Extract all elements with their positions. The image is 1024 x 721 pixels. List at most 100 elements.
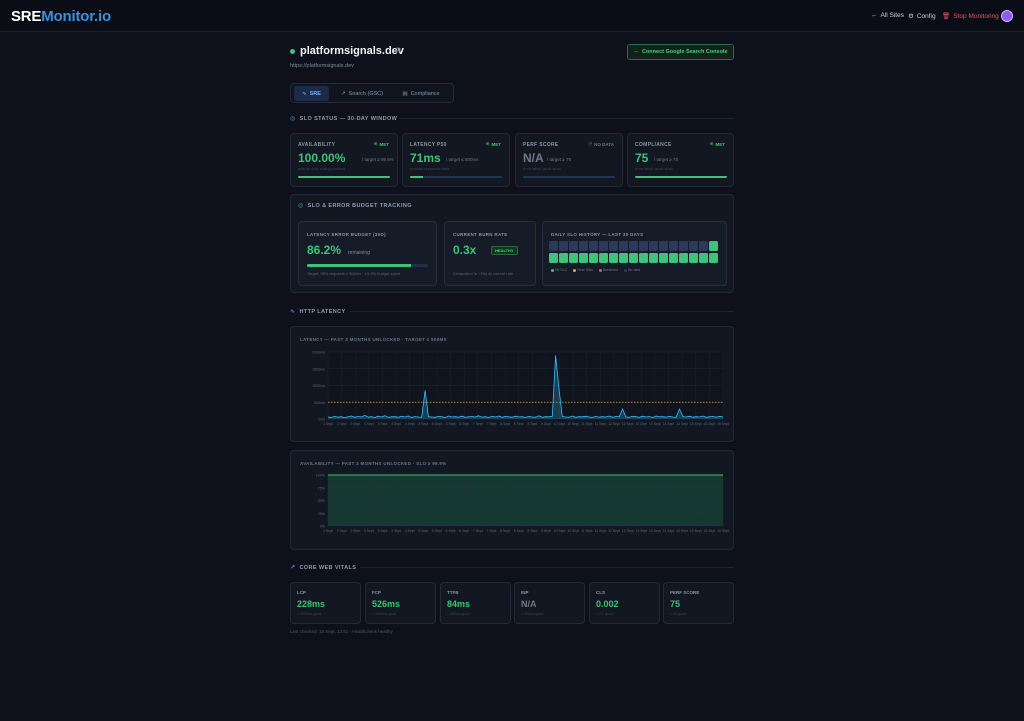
- slo-history-day[interactable]: [659, 241, 668, 251]
- cwv-label: FCP: [372, 590, 381, 595]
- slo-history-day[interactable]: [599, 241, 608, 251]
- cwv-value: 84ms: [447, 599, 471, 609]
- burn-rate-note: Exhaustion in ~90d at current rate: [453, 271, 514, 276]
- slo-history-day[interactable]: [569, 253, 578, 263]
- slo-history-day[interactable]: [709, 253, 718, 263]
- slo-history-day[interactable]: [639, 253, 648, 263]
- slo-status-title: SLO STATUS — 30-DAY WINDOW: [299, 115, 398, 122]
- core-web-vitals-title: CORE WEB VITALS: [299, 564, 357, 571]
- slo-history-day[interactable]: [659, 253, 668, 263]
- x-tick-label: 8 Sept: [514, 529, 524, 533]
- external-link-icon[interactable]: ⧉: [396, 47, 401, 55]
- slo-history-day[interactable]: [649, 241, 658, 251]
- tab-sre[interactable]: ∿ SRE: [294, 86, 329, 101]
- progress-fill: [635, 176, 727, 178]
- slo-card-value: 75: [635, 151, 649, 165]
- all-sites-label: All Sites: [880, 12, 904, 19]
- cwv-sub: < 2500ms good: [297, 612, 322, 616]
- cwv-value: N/A: [521, 599, 537, 609]
- slo-history-day[interactable]: [559, 241, 568, 251]
- slo-history-day[interactable]: [639, 241, 648, 251]
- x-tick-label: 12 Sept: [622, 422, 634, 426]
- tab-compliance[interactable]: ▤ Compliance: [395, 86, 447, 101]
- last-checked-footer: Last checked: 16 Sept, 13:51 · Healthche…: [290, 629, 393, 634]
- status-badge: ◷ NO DATA: [588, 141, 614, 147]
- x-tick-label: 5 Sept: [432, 422, 442, 426]
- slo-history-day[interactable]: [579, 253, 588, 263]
- slo-history-day[interactable]: [629, 241, 638, 251]
- top-bar: SREMonitor.io ← All Sites ⚙ Config 🗑 Stop M…: [0, 0, 1024, 32]
- stop-monitoring-button[interactable]: 🗑 Stop Monitoring: [942, 12, 999, 21]
- cwv-card-lcp: LCP 228ms < 2500ms good: [290, 582, 361, 624]
- slo-history-day[interactable]: [589, 253, 598, 263]
- slo-history-day[interactable]: [669, 253, 678, 263]
- slo-history-day[interactable]: [649, 253, 658, 263]
- cwv-sub: < 200ms good: [521, 612, 544, 616]
- latency-error-budget-card: LATENCY ERROR BUDGET (30D) 86.2% remaini…: [298, 221, 437, 286]
- slo-card-perf-score: PERF SCORE ◷ NO DATA N/A / target ≥ 75 fr…: [515, 133, 623, 187]
- slo-history-day[interactable]: [669, 241, 678, 251]
- cwv-label: CLS: [596, 590, 605, 595]
- slo-card-value: N/A: [523, 151, 544, 165]
- y-tick-label: 25%: [318, 512, 326, 516]
- legend-hit-label: Hit SLO: [555, 268, 568, 272]
- x-tick-label: 4 Sept: [405, 422, 415, 426]
- slo-history-day[interactable]: [559, 253, 568, 263]
- x-tick-label: 1 Sept: [323, 422, 333, 426]
- brand-logo[interactable]: SREMonitor.io: [11, 8, 111, 25]
- slo-history-day[interactable]: [549, 241, 558, 251]
- slo-history-day[interactable]: [689, 253, 698, 263]
- x-tick-label: 4 Sept: [391, 529, 401, 533]
- config-link[interactable]: ⚙ Config: [908, 12, 936, 21]
- availability-chart: 100% 75% 50% 25% 0%1 Sept 2 Sept 2 Sept 3 Sept 3…: [316, 474, 729, 534]
- slo-history-day[interactable]: [599, 253, 608, 263]
- y-tick-label: 1000ms: [312, 384, 325, 388]
- slo-card-compliance: COMPLIANCE ⊙ MET 75 / target ≥ 75 from la…: [627, 133, 734, 187]
- all-sites-link[interactable]: ← All Sites: [871, 12, 904, 19]
- y-tick-label: 100%: [316, 474, 326, 478]
- x-tick-label: 15 Sept: [690, 422, 702, 426]
- x-tick-label: 15 Sept: [704, 422, 716, 426]
- slo-history-day[interactable]: [609, 253, 618, 263]
- slo-history-day[interactable]: [699, 253, 708, 263]
- slo-card-target: / target ≥ 99.9%: [362, 157, 394, 162]
- slo-history-day[interactable]: [629, 253, 638, 263]
- slo-history-day[interactable]: [679, 253, 688, 263]
- x-tick-label: 5 Sept: [432, 529, 442, 533]
- latency-chart-card: LATENCY — PAST 3 MONTHS UNLOCKED · TARGE…: [290, 326, 734, 442]
- latency-budget-suffix: remaining: [348, 250, 370, 256]
- slo-history-day[interactable]: [619, 241, 628, 251]
- x-tick-label: 6 Sept: [446, 529, 456, 533]
- avatar[interactable]: [1001, 10, 1013, 22]
- site-url[interactable]: https://platformsignals.dev: [290, 63, 354, 69]
- status-badge: ⊙ MET: [374, 141, 389, 147]
- x-tick-label: 9 Sept: [541, 529, 551, 533]
- slo-history-day[interactable]: [579, 241, 588, 251]
- slo-history-day[interactable]: [569, 241, 578, 251]
- legend-breached: Breached: [599, 268, 618, 272]
- x-tick-label: 10 Sept: [567, 529, 579, 533]
- slo-history-day[interactable]: [709, 241, 718, 251]
- slo-history-day[interactable]: [549, 253, 558, 263]
- brand-part-2: Monitor.io: [41, 8, 111, 25]
- tab-search-gsc[interactable]: ↗ Search (GSC): [335, 86, 389, 101]
- slo-history-day[interactable]: [679, 241, 688, 251]
- x-tick-label: 10 Sept: [554, 422, 566, 426]
- slo-history-day[interactable]: [609, 241, 618, 251]
- y-tick-label: 0ms: [318, 418, 325, 422]
- budget-progress-fill: [307, 264, 412, 267]
- slo-card-label: PERF SCORE: [523, 142, 559, 148]
- latency-budget-note: Target: 95% requests ≤ 500ms · 13.8% bud…: [307, 271, 401, 276]
- slo-card-sub: from latest audit scan: [523, 166, 562, 171]
- slo-history-day[interactable]: [619, 253, 628, 263]
- trend-icon: ↗: [340, 90, 346, 97]
- y-tick-label: 1500ms: [312, 367, 325, 371]
- slo-history-day[interactable]: [699, 241, 708, 251]
- slo-card-sub: from latest audit scan: [635, 166, 674, 171]
- progress-bar: [523, 176, 615, 178]
- slo-history-day[interactable]: [589, 241, 598, 251]
- target-icon: ◎: [290, 116, 296, 122]
- slo-history-day[interactable]: [689, 241, 698, 251]
- cwv-card-fcp: FCP 526ms < 1800ms good: [365, 582, 436, 624]
- connect-gsc-button[interactable]: ⇔ Connect Google Search Console: [627, 44, 734, 60]
